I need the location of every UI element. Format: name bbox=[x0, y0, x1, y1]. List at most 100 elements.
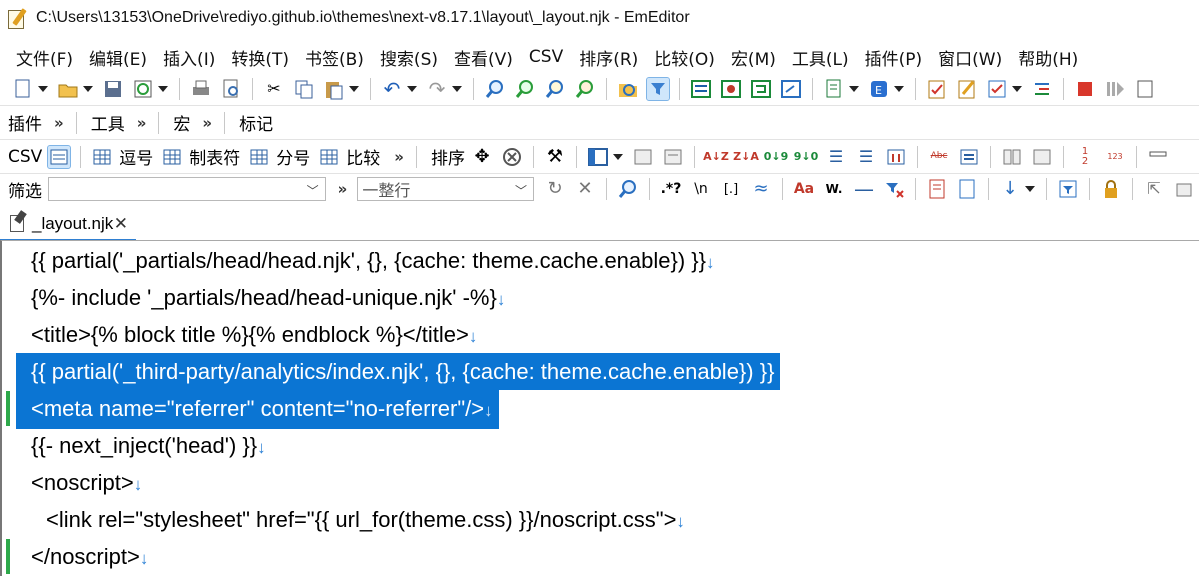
advanced-filter-icon[interactable] bbox=[617, 178, 639, 200]
sort-z-to-a-icon[interactable]: Z↓A bbox=[733, 146, 759, 168]
save-icon[interactable] bbox=[102, 78, 124, 100]
new-document-icon[interactable] bbox=[956, 178, 978, 200]
tools-bar-chevron-icon[interactable]: » bbox=[137, 114, 147, 132]
column-justify-icon[interactable] bbox=[632, 146, 654, 168]
menu-window[interactable]: 窗口(W) bbox=[930, 45, 1010, 70]
sort-9-to-0-icon[interactable]: 9↓0 bbox=[794, 146, 819, 168]
new-dropdown-icon[interactable] bbox=[38, 85, 48, 92]
comma-grid-icon[interactable] bbox=[91, 146, 113, 168]
editor-line[interactable]: </noscript>↓ bbox=[2, 538, 1192, 575]
csv-compare-button[interactable]: 比较 bbox=[346, 144, 380, 169]
extract-icon[interactable]: ↓ bbox=[999, 178, 1021, 200]
sort-a-to-z-icon[interactable]: A↓Z bbox=[703, 146, 729, 168]
menu-csv[interactable]: CSV bbox=[521, 47, 571, 67]
sort-clear-icon[interactable] bbox=[501, 146, 523, 168]
editor-line[interactable]: {{ partial('_third-party/analytics/index… bbox=[2, 353, 1192, 390]
regex-icon[interactable]: .*? bbox=[660, 178, 682, 200]
configuration-dropdown-icon[interactable] bbox=[849, 85, 859, 92]
delete-duplicates-icon[interactable]: Abc bbox=[928, 146, 950, 168]
fuzzy-match-icon[interactable]: ≈ bbox=[750, 178, 772, 200]
wrap-none-icon[interactable] bbox=[690, 78, 712, 100]
redo-icon[interactable]: ↷ bbox=[426, 78, 448, 100]
sort-0-to-9-icon[interactable]: 0↓9 bbox=[764, 146, 789, 168]
editor-line[interactable]: <title>{% block title %}{% endblock %}</… bbox=[2, 316, 1192, 353]
semicolon-grid-icon[interactable] bbox=[248, 146, 270, 168]
find-previous-icon[interactable] bbox=[544, 78, 566, 100]
csv-semicolon-button[interactable]: 分号 bbox=[276, 144, 310, 169]
editor-line[interactable]: {%- include '_partials/head/head-unique.… bbox=[2, 279, 1192, 316]
filter-mode-dropdown-icon[interactable]: ﹀ bbox=[515, 182, 527, 199]
menu-compare[interactable]: 比较(O) bbox=[646, 45, 723, 70]
filter-clear-icon[interactable] bbox=[883, 178, 905, 200]
find-in-files-icon[interactable] bbox=[617, 78, 639, 100]
wrap-by-chars-icon[interactable] bbox=[720, 78, 742, 100]
column-tools-icon[interactable]: ⚒ bbox=[544, 146, 566, 168]
macros-bar-chevron-icon[interactable]: » bbox=[202, 114, 212, 132]
configuration-icon[interactable] bbox=[823, 78, 845, 100]
editor-line[interactable]: <noscript>↓ bbox=[2, 464, 1192, 501]
escape-sequence-icon[interactable]: \n bbox=[690, 178, 712, 200]
split-view-icon[interactable] bbox=[1001, 146, 1023, 168]
column-layout-dropdown-icon[interactable] bbox=[613, 153, 623, 160]
copy-icon[interactable] bbox=[293, 78, 315, 100]
filter-mode-select[interactable]: 一整行 ﹀ bbox=[357, 177, 534, 201]
synchronize-icon[interactable] bbox=[1031, 146, 1053, 168]
tab-close-icon[interactable]: ✕ bbox=[114, 214, 128, 234]
options-icon[interactable] bbox=[1173, 178, 1195, 200]
editor-line[interactable]: {{ partial('_partials/head/head.njk', {}… bbox=[2, 242, 1192, 279]
refresh-filter-icon[interactable]: ↻ bbox=[544, 178, 566, 200]
wrap-by-window-icon[interactable] bbox=[750, 78, 772, 100]
csv-normal-mode-icon[interactable] bbox=[47, 144, 72, 169]
find-next-icon[interactable] bbox=[514, 78, 536, 100]
reverse-order-icon[interactable] bbox=[885, 146, 907, 168]
sort-add-icon[interactable]: ✥ bbox=[471, 146, 493, 168]
menu-edit[interactable]: 编辑(E) bbox=[81, 45, 155, 70]
text-editor[interactable]: {{ partial('_partials/head/head.njk', {}… bbox=[0, 240, 1199, 576]
editor-line[interactable]: {{- next_inject('head') }}↓ bbox=[2, 427, 1192, 464]
filter-input[interactable]: ﹀ bbox=[48, 177, 326, 201]
outline-icon[interactable] bbox=[1031, 78, 1053, 100]
more-columns-icon[interactable] bbox=[1147, 146, 1169, 168]
negative-icon[interactable]: — bbox=[853, 178, 875, 200]
lock-icon[interactable] bbox=[1100, 178, 1122, 200]
pointer-icon[interactable]: ⇱ bbox=[1143, 178, 1165, 200]
cut-icon[interactable]: ✂ bbox=[263, 78, 285, 100]
editor-line[interactable]: <link rel="stylesheet" href="{{ url_for(… bbox=[2, 501, 1192, 538]
clear-filter-icon[interactable]: ✕ bbox=[574, 178, 596, 200]
menu-search[interactable]: 搜索(S) bbox=[372, 45, 446, 70]
column-layout-icon[interactable] bbox=[587, 146, 609, 168]
compare-grid-icon[interactable] bbox=[318, 146, 340, 168]
menu-file[interactable]: 文件(F) bbox=[0, 45, 81, 70]
sort-length-descending-icon[interactable]: ☰ bbox=[855, 146, 877, 168]
bracket-match-icon[interactable]: [.] bbox=[720, 178, 742, 200]
open-folder-icon[interactable] bbox=[57, 78, 79, 100]
menu-tools[interactable]: 工具(L) bbox=[784, 45, 857, 70]
menu-macros[interactable]: 宏(M) bbox=[723, 45, 784, 70]
editor-line[interactable]: <meta name="referrer" content="no-referr… bbox=[2, 390, 1192, 429]
spell-check-icon[interactable] bbox=[926, 78, 948, 100]
bookmark-lines-icon[interactable] bbox=[926, 178, 948, 200]
menu-insert[interactable]: 插入(I) bbox=[155, 45, 223, 70]
filter-bar-chevron-icon[interactable]: » bbox=[338, 180, 348, 198]
tab-grid-icon[interactable] bbox=[161, 146, 183, 168]
replace-icon[interactable] bbox=[574, 78, 596, 100]
redo-dropdown-icon[interactable] bbox=[452, 85, 462, 92]
undo-icon[interactable]: ↶ bbox=[381, 78, 403, 100]
csv-comma-button[interactable]: 逗号 bbox=[119, 144, 153, 169]
reload-dropdown-icon[interactable] bbox=[158, 85, 168, 92]
plugins-bar-chevron-icon[interactable]: » bbox=[54, 114, 64, 132]
sort-length-ascending-icon[interactable]: ☰ bbox=[825, 146, 847, 168]
macro-options-icon[interactable] bbox=[1134, 78, 1156, 100]
join-lines-icon[interactable] bbox=[958, 146, 980, 168]
sequence-icon[interactable]: 123 bbox=[1104, 146, 1126, 168]
menu-view[interactable]: 查看(V) bbox=[446, 45, 521, 70]
tab-layout-njk[interactable]: _layout.njk ✕ bbox=[0, 208, 136, 242]
print-preview-icon[interactable] bbox=[220, 78, 242, 100]
encoding-icon[interactable]: E bbox=[868, 78, 890, 100]
menu-plugins[interactable]: 插件(P) bbox=[857, 45, 931, 70]
print-icon[interactable] bbox=[190, 78, 212, 100]
filter-list-icon[interactable] bbox=[1057, 178, 1079, 200]
open-dropdown-icon[interactable] bbox=[83, 85, 93, 92]
wrap-by-page-icon[interactable] bbox=[780, 78, 802, 100]
play-macro-icon[interactable] bbox=[1104, 78, 1126, 100]
